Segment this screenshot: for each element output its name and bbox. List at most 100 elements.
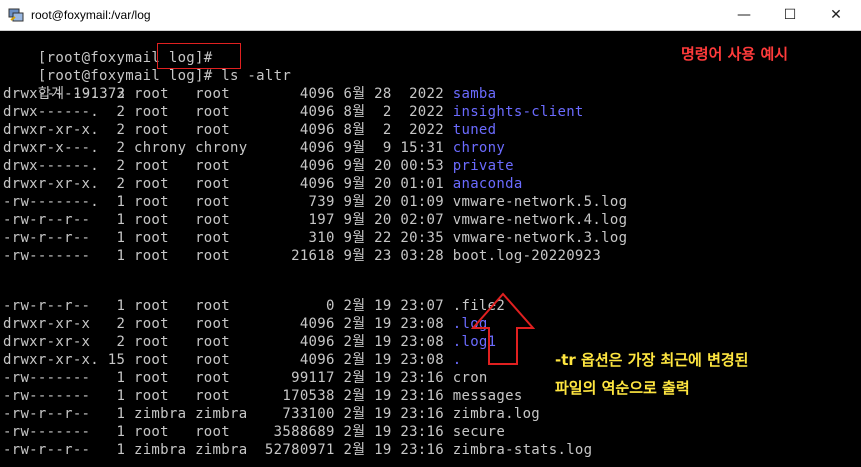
row-size: 4096	[256, 176, 335, 192]
row-size: 4096	[256, 86, 335, 102]
note-line-1: -tr 옵션은 가장 최근에 변경된	[555, 351, 749, 369]
row-owner: root	[133, 298, 187, 314]
directory-name: samba	[452, 86, 497, 102]
file-name: zimbra-stats.log	[452, 442, 593, 458]
row-month: 2월	[343, 370, 366, 386]
row-month: 2월	[343, 334, 366, 350]
row-month: 2월	[343, 406, 366, 422]
row-month: 9월	[343, 140, 366, 156]
row-group: root	[195, 352, 248, 368]
row-perm: drwx------.	[3, 104, 100, 120]
row-group: root	[195, 230, 248, 246]
row-perm: drwx------.	[3, 158, 100, 174]
row-attributes: drwxr-x---. 2 chrony chrony 4096 9월 9 15…	[3, 140, 453, 156]
row-group: zimbra	[195, 442, 248, 458]
row-size: 4096	[256, 352, 335, 368]
row-size: 3588689	[256, 424, 335, 440]
row-perm: -rw-r--r--	[3, 230, 100, 246]
row-owner: root	[133, 158, 187, 174]
row-time: 23:16	[400, 442, 444, 458]
row-perm: -rw-------	[3, 388, 100, 404]
row-links: 15	[107, 352, 126, 368]
row-size: 52780971	[256, 442, 335, 458]
row-attributes: drwxr-xr-x. 15 root root 4096 2월 19 23:0…	[3, 352, 453, 368]
row-month: 9월	[343, 248, 366, 264]
row-size: 197	[256, 212, 335, 228]
row-group: root	[195, 86, 248, 102]
row-owner: root	[133, 334, 187, 350]
row-time: 01:01	[400, 176, 444, 192]
listing-row: -rw-------. 1 root root 739 9월 20 01:09 …	[3, 193, 627, 211]
row-attributes: -rw------- 1 root root 21618 9월 23 03:28	[3, 248, 453, 264]
row-time: 23:16	[400, 388, 444, 404]
row-month: 2월	[343, 388, 366, 404]
row-time: 2022	[400, 86, 444, 102]
note-line-2: 파일의 역순으로 출력	[555, 379, 690, 397]
row-size: 4096	[256, 104, 335, 120]
command-highlight-box	[157, 43, 241, 69]
row-day: 19	[374, 298, 392, 314]
row-size: 4096	[256, 122, 335, 138]
row-perm: -rw-r--r--	[3, 406, 100, 422]
row-links: 2	[107, 158, 126, 174]
total-line: 합계 191372	[3, 67, 125, 102]
row-attributes: drwx------. 2 root root 4096 9월 20 00:53	[3, 158, 453, 174]
row-owner: root	[133, 212, 187, 228]
file-name: messages	[452, 388, 523, 404]
listing-row: -rw------- 1 root root 99117 2월 19 23:16…	[3, 369, 488, 387]
row-links: 1	[107, 230, 126, 246]
file-name: cron	[452, 370, 488, 386]
row-perm: -rw-------.	[3, 194, 100, 210]
row-month: 2월	[343, 442, 366, 458]
row-time: 00:53	[400, 158, 444, 174]
row-links: 2	[107, 334, 126, 350]
listing-row: -rw-r--r-- 1 zimbra zimbra 52780971 2월 1…	[3, 441, 592, 459]
row-time: 23:08	[400, 352, 444, 368]
terminal-output[interactable]: [root@foxymail log]# [root@foxymail log]…	[0, 31, 861, 467]
directory-name: insights-client	[452, 104, 584, 120]
row-perm: drwxr-xr-x	[3, 316, 100, 332]
row-owner: root	[133, 424, 187, 440]
row-time: 20:35	[400, 230, 444, 246]
row-month: 9월	[343, 212, 366, 228]
row-day: 20	[374, 212, 392, 228]
up-arrow-icon	[471, 292, 535, 365]
row-day: 20	[374, 194, 392, 210]
row-attributes: -rw------- 1 root root 170538 2월 19 23:1…	[3, 388, 453, 404]
row-day: 2	[374, 122, 392, 138]
row-owner: chrony	[133, 140, 187, 156]
row-day: 19	[374, 388, 392, 404]
row-perm: drwxr-x---.	[3, 140, 100, 156]
file-name: secure	[452, 424, 506, 440]
minimize-button[interactable]: —	[721, 0, 767, 30]
listing-row: drwxr-xr-x 2 root root 4096 2월 19 23:08 …	[3, 333, 496, 351]
directory-name: .	[452, 352, 462, 368]
row-owner: root	[133, 352, 187, 368]
listing-row: drwxr-xr-x 2 root root 4096 2월 19 23:08 …	[3, 315, 488, 333]
row-size: 4096	[256, 316, 335, 332]
row-month: 9월	[343, 176, 366, 192]
row-owner: root	[133, 230, 187, 246]
row-links: 1	[107, 194, 126, 210]
row-attributes: -rw-r--r-- 1 zimbra zimbra 52780971 2월 1…	[3, 442, 453, 458]
example-label: 명령어 사용 예시	[681, 45, 789, 63]
row-links: 2	[107, 104, 126, 120]
row-day: 2	[374, 104, 392, 120]
row-attributes: -rw------- 1 root root 99117 2월 19 23:16	[3, 370, 453, 386]
row-owner: root	[133, 370, 187, 386]
close-button[interactable]: ✕	[813, 0, 859, 30]
row-links: 2	[107, 122, 126, 138]
listing-row: drwx------. 2 root root 4096 8월 2 2022 i…	[3, 103, 584, 121]
row-group: root	[195, 176, 248, 192]
row-owner: zimbra	[133, 406, 187, 422]
row-perm: drwxr-xr-x	[3, 334, 100, 350]
row-attributes: drwxr-xr-x 2 root root 4096 2월 19 23:08	[3, 334, 453, 350]
row-owner: root	[133, 104, 187, 120]
row-month: 9월	[343, 194, 366, 210]
maximize-button[interactable]: ☐	[767, 0, 813, 30]
row-links: 2	[107, 140, 126, 156]
row-perm: -rw-r--r--	[3, 212, 100, 228]
putty-app-icon[interactable]	[8, 8, 24, 23]
listing-row: -rw-r--r-- 1 root root 197 9월 20 02:07 v…	[3, 211, 627, 229]
row-month: 2월	[343, 424, 366, 440]
